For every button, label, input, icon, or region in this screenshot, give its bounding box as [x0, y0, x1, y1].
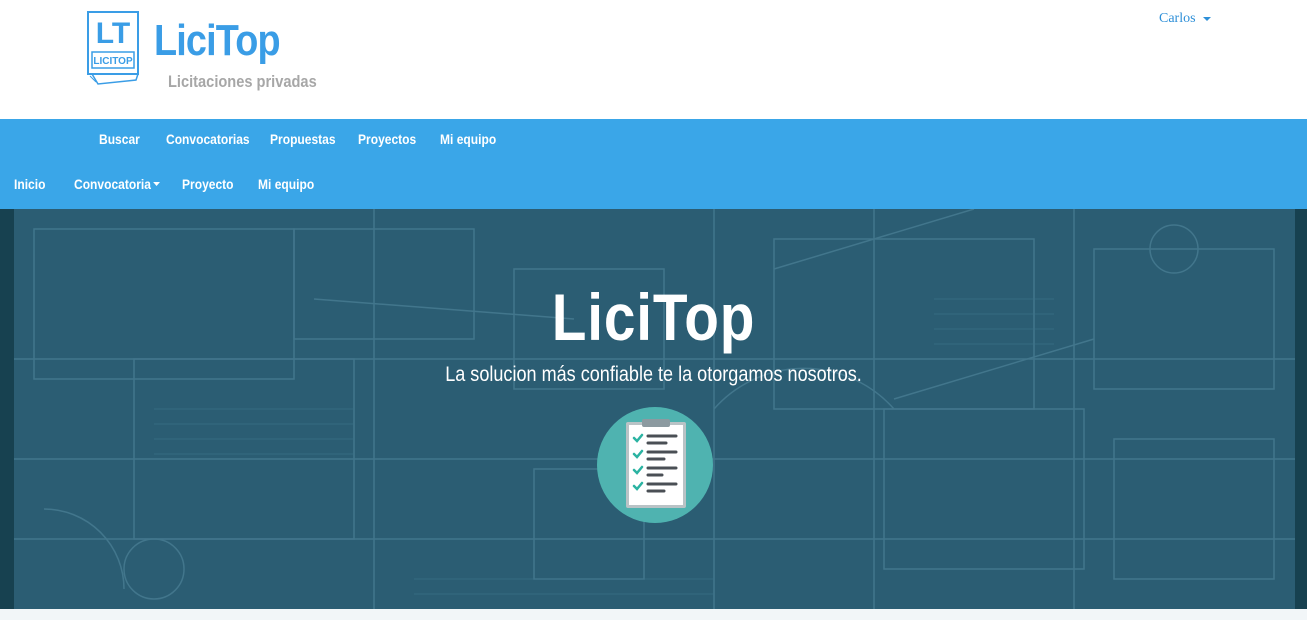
hero-tagline: La solucion más confiable te la otorgamo… [445, 363, 862, 386]
secondary-nav: Inicio Convocatoria Proyecto Mi equipo [14, 176, 328, 192]
nav-item-propuestas[interactable]: Propuestas [270, 131, 346, 147]
nav-item-mi-equipo-secondary[interactable]: Mi equipo [258, 176, 318, 192]
brand-title[interactable]: LiciTop [154, 16, 281, 66]
nav-item-convocatoria-label: Convocatoria [74, 176, 151, 192]
hero-banner: LiciTop La solucion más confiable te la … [0, 209, 1307, 609]
nav-item-proyecto[interactable]: Proyecto [182, 176, 247, 192]
logo-caption: LICITOP [93, 56, 133, 67]
chevron-down-icon [153, 182, 161, 186]
nav-item-proyectos[interactable]: Proyectos [358, 131, 429, 147]
nav-item-inicio[interactable]: Inicio [14, 176, 66, 192]
user-menu-dropdown[interactable]: Carlos [1159, 11, 1211, 27]
page-bottom-strip [0, 609, 1307, 620]
primary-nav: Buscar Convocatorias Propuestas Proyecto… [99, 131, 510, 147]
nav-item-convocatoria-dropdown[interactable]: Convocatoria [74, 176, 167, 192]
nav-item-buscar[interactable]: Buscar [99, 131, 157, 147]
brand-subtitle: Licitaciones privadas [168, 72, 317, 91]
site-header: LT LICITOP LiciTop Licitaciones privadas… [0, 0, 1307, 119]
nav-item-mi-equipo[interactable]: Mi equipo [440, 131, 500, 147]
hero-title: LiciTop [551, 280, 756, 354]
main-navbar: Buscar Convocatorias Propuestas Proyecto… [0, 119, 1307, 209]
chevron-down-icon [1202, 17, 1211, 21]
user-name: Carlos [1159, 11, 1196, 26]
licitop-logo[interactable]: LT LICITOP [86, 10, 140, 86]
nav-item-convocatorias[interactable]: Convocatorias [166, 131, 255, 147]
checklist-clipboard-icon [597, 407, 713, 523]
logo-letters: LT [96, 17, 130, 50]
